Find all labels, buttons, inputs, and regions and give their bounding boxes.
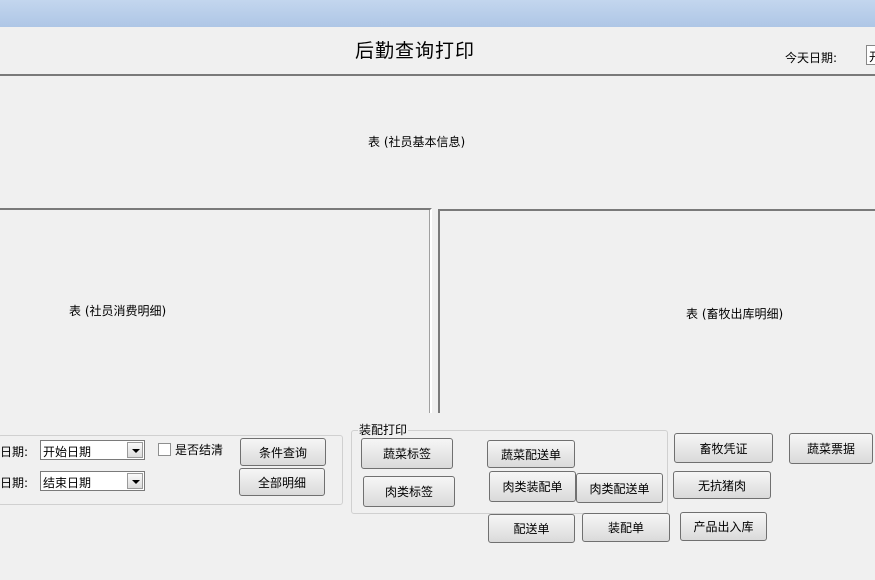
- chevron-down-icon[interactable]: [127, 442, 143, 458]
- livestock-voucher-button[interactable]: 畜牧凭证: [674, 433, 773, 463]
- today-date-label: 今天日期:: [785, 51, 838, 65]
- member-consumption-table[interactable]: 表 (社员消费明细): [0, 208, 432, 415]
- product-in-out-button[interactable]: 产品出入库: [680, 512, 767, 541]
- end-date-value: 结束日期: [43, 476, 92, 490]
- livestock-outbound-table[interactable]: 表 (畜牧出库明细): [438, 209, 875, 415]
- settled-checkbox[interactable]: [158, 443, 171, 456]
- veg-label-button[interactable]: 蔬菜标签: [361, 438, 453, 469]
- packing-note-button[interactable]: 装配单: [582, 513, 670, 542]
- end-date-select[interactable]: 结束日期: [40, 471, 145, 491]
- veg-delivery-button[interactable]: 蔬菜配送单: [487, 440, 575, 468]
- delivery-note-button[interactable]: 配送单: [488, 514, 575, 543]
- meat-delivery-button[interactable]: 肉类配送单: [576, 473, 663, 503]
- chevron-down-icon[interactable]: [127, 473, 143, 489]
- meat-label-button[interactable]: 肉类标签: [363, 476, 455, 507]
- livestock-outbound-table-caption: 表 (畜牧出库明细): [686, 307, 784, 321]
- veg-receipt-button[interactable]: 蔬菜票据: [789, 433, 873, 464]
- page-title: 后勤查询打印: [354, 40, 475, 62]
- start-date-value: 开始日期: [43, 445, 92, 459]
- meat-packing-button[interactable]: 肉类装配单: [489, 471, 576, 502]
- start-date-select[interactable]: 开始日期: [40, 440, 145, 460]
- all-details-button[interactable]: 全部明细: [239, 468, 325, 496]
- antibiotic-free-pork-button[interactable]: 无抗猪肉: [673, 471, 771, 499]
- end-date-label: 日期:: [0, 476, 29, 490]
- today-date-field[interactable]: 开: [866, 45, 875, 65]
- settled-checkbox-label: 是否结清: [175, 443, 224, 457]
- packing-print-legend: 装配打印: [358, 421, 409, 438]
- member-info-table[interactable]: 表 (社员基本信息): [0, 76, 875, 207]
- member-consumption-table-caption: 表 (社员消费明细): [69, 304, 167, 318]
- start-date-label: 日期:: [0, 445, 29, 459]
- window-titlebar: [0, 0, 875, 27]
- member-info-table-caption: 表 (社员基本信息): [368, 135, 466, 149]
- conditional-query-button[interactable]: 条件查询: [240, 438, 326, 466]
